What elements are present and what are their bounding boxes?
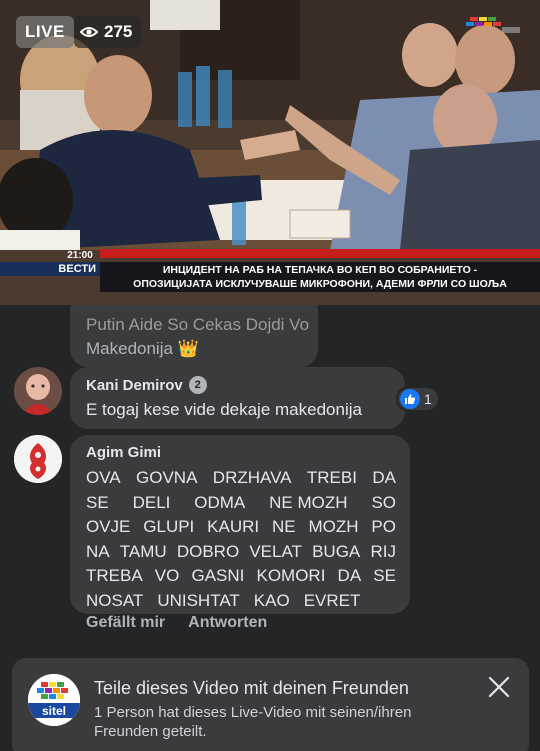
news-ticker: 21:00 ВЕСТИ ИНЦИДЕНТ НА РАБ НА ТЕПАЧКА В… [0,249,540,294]
comment-word: VO [154,566,180,585]
comment-text-line: OVA GOVNA DRZHAVA TREBI DA [86,466,396,490]
child-avatar-icon [14,367,62,415]
comment-word: EVRET [303,590,361,610]
comment-author-name[interactable]: Agim Gimi [86,444,161,461]
comment-text-line: SE DELI ODMA NE MOZH SO [86,491,396,515]
comment-word: BUGA [312,541,361,561]
comment-bubble[interactable]: Kani Demirov 2 E togaj kese vide dekaje … [70,367,405,429]
comment-word: DA [337,566,362,585]
comment-word: UNISHTAT [157,590,240,610]
comment-text-line: OVJE GLUPI KAURI NE MOZH PO [86,515,396,539]
previous-comment-line2: Makedonija 👑 [86,339,199,358]
ticker-headline-line1: ИНЦИДЕНТ НА РАБ НА ТЕПАЧКА ВО КЕП ВО СОБ… [162,264,478,276]
comment-word: OVJE [86,517,131,536]
comment-word: VELAT [249,541,302,561]
comment-word: KAO [253,590,290,610]
comment-word: SO [371,492,396,512]
like-reaction-icon [400,389,420,409]
fan-badge-icon: 2 [188,376,207,394]
sitel-logo-text: sitel [42,704,66,718]
previous-comment-line1: Putin Aide So Cekas Dojdi Vo [86,315,310,334]
comment-word: MOZH [308,517,359,536]
comment-author[interactable]: Kani Demirov 2 [86,376,207,394]
sitel-logo-icon: sitel [28,674,80,726]
channel-logo-icon [466,17,520,33]
avatar[interactable] [14,435,62,483]
live-video-player[interactable]: LIVE 275 21:00 ВЕСТИ ИНЦИДЕНТ НА РАБ НА … [0,0,540,305]
comment-word: DOBRO [176,541,240,561]
comment-word: KOMORI [256,566,326,585]
comment-word: KAURI [207,517,260,536]
comment-word: SE [373,566,396,585]
close-icon[interactable] [488,676,510,698]
comment-word: NA [86,541,110,561]
comment-word: DRZHAVA [212,468,292,487]
previous-comment-bubble[interactable]: Putin Aide So Cekas Dojdi Vo Makedonija … [70,305,318,367]
ticker-show-name: ВЕСТИ [0,262,100,276]
comment-word: GASNI [191,566,245,585]
comment-word: DELI [132,492,171,512]
comment-word: PO [371,517,396,536]
thumbs-up-icon [405,394,416,404]
viewer-count-value: 275 [104,22,133,41]
comment-word: TREBI [306,468,357,487]
comment-word: NE MOZH [269,492,348,512]
red-ornament-avatar-icon [14,435,62,483]
comment-bubble[interactable]: Agim Gimi OVA GOVNA DRZHAVA TREBI DA SE DELI OD… [70,435,410,614]
comment-text-line: NOSAT UNISHTAT KAO EVRET [86,589,396,613]
viewer-count: 275 [74,16,142,48]
comment-word: TREBA [86,566,143,585]
comment-word: GLUPI [143,517,195,536]
ticker-headline-line2: ОПОЗИЦИЈАТА ИСКЛУЧУВАШЕ МИКРОФОНИ, АДЕМИ… [133,278,507,290]
reaction-summary[interactable]: 1 [396,386,440,412]
comment-word: NE [271,517,296,536]
reply-comment-button[interactable]: Antworten [188,614,267,632]
comment-word: SE [86,492,109,512]
comment-word: NOSAT [86,590,144,610]
comment-word: GOVNA [136,468,198,487]
live-badge: LIVE [16,16,74,48]
comment-text-line: NA TAMU DOBRO VELAT BUGA RIJ [86,540,396,564]
comment-word: RIJ [370,541,396,561]
comment-word: OVA [86,468,121,487]
avatar[interactable] [14,367,62,415]
eye-icon [80,27,98,37]
ticker-time: 21:00 [67,250,93,261]
comment-actions: Gefällt mir Antworten [86,614,267,632]
ticker-red-bar [100,249,540,258]
share-banner-title: Teile dieses Video mit deinen Freunden [94,678,409,698]
comment-word: ODMA [194,492,246,512]
comment-text-line: TREBA VO GASNI KOMORI DA SE [86,564,396,588]
ticker-headline: ИНЦИДЕНТ НА РАБ НА ТЕПАЧКА ВО КЕП ВО СОБ… [100,262,540,292]
comment-word: TAMU [119,541,167,561]
reaction-count: 1 [424,391,432,407]
share-banner[interactable]: sitel Teile dieses Video mit deinen Freu… [12,658,529,751]
comment-text: E togaj kese vide dekaje makedonija [86,400,362,419]
share-banner-description: 1 Person hat dieses Live-Video mit seine… [94,704,412,740]
sitel-logo: sitel [28,674,80,726]
comment-word: DA [372,468,396,487]
comment-author-name[interactable]: Kani Demirov [86,377,183,394]
like-comment-button[interactable]: Gefällt mir [86,614,165,632]
